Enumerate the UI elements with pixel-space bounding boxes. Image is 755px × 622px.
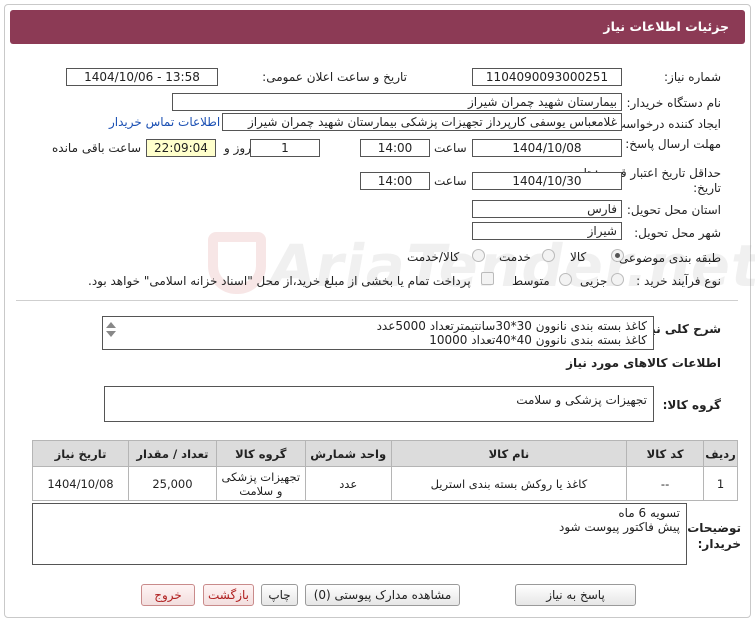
remaining-time-field: 22:09:04 <box>146 139 216 157</box>
print-button[interactable]: چاپ <box>261 584 298 606</box>
summary-textarea[interactable]: کاغذ بسته بندی نانوون 30*30سانتیمترتعداد… <box>102 316 654 350</box>
reply-button[interactable]: پاسخ به نیاز <box>515 584 636 606</box>
category-option-goods: کالا <box>570 250 587 264</box>
buyer-contact-link[interactable]: اطلاعات تماس خریدار <box>109 115 220 129</box>
cell-index: 1 <box>703 466 738 501</box>
col-group: گروه کالا <box>215 440 306 467</box>
process-radio-medium[interactable] <box>559 273 572 286</box>
process-label: نوع فرآیند خرید : <box>636 274 721 288</box>
category-option-service: خدمت <box>499 250 531 264</box>
back-button[interactable]: بازگشت <box>203 584 254 606</box>
payment-note: پرداخت تمام یا بخشی از مبلغ خرید،از محل … <box>88 274 471 288</box>
buyer-notes-label: توضیحات خریدار: <box>687 521 741 551</box>
table-row[interactable]: 1 -- کاغذ یا روکش بسته بندی استریل عدد ت… <box>32 466 738 501</box>
cell-code: -- <box>626 466 705 501</box>
summary-line-2: کاغذ بسته بندی نانوون 40*40تعداد 10000 <box>429 333 647 347</box>
summary-line-1: کاغذ بسته بندی نانوون 30*30سانتیمترتعداد… <box>376 319 647 333</box>
buyer-notes-line-2: پیش فاکتور پیوست شود <box>558 520 680 534</box>
cell-unit: عدد <box>304 466 392 501</box>
col-qty: تعداد / مقدار <box>128 440 217 467</box>
col-name: نام کالا <box>390 440 628 467</box>
process-option-minor: جزیی <box>580 274 608 288</box>
page-header: جزئیات اطلاعات نیاز <box>10 10 745 44</box>
need-number-label: شماره نیاز: <box>664 70 721 84</box>
province-field: فارس <box>472 200 622 218</box>
goods-section-title: اطلاعات کالاهای مورد نیاز <box>566 356 721 370</box>
buyer-notes-textarea: تسویه 6 ماه پیش فاکتور پیوست شود <box>32 503 687 565</box>
days-field: 1 <box>250 139 320 157</box>
page-title: جزئیات اطلاعات نیاز <box>603 19 729 34</box>
category-radio-service[interactable] <box>542 249 555 262</box>
category-radio-goods-service[interactable] <box>472 249 485 262</box>
buyer-org-label: نام دستگاه خریدار: <box>626 96 722 110</box>
need-number-field: 1104090093000251 <box>472 68 622 86</box>
goods-table: ردیف کد کالا نام کالا واحد شمارش گروه کا… <box>32 440 738 501</box>
city-label: شهر محل تحویل: <box>634 226 721 240</box>
goods-table-header: ردیف کد کالا نام کالا واحد شمارش گروه کا… <box>32 440 738 467</box>
creator-label: ایجاد کننده درخواست: <box>610 117 721 131</box>
col-date: تاریخ نیاز <box>32 440 129 467</box>
divider <box>16 300 738 301</box>
watermark: AriaTender.net <box>264 232 755 300</box>
announce-field: 1404/10/06 - 13:58 <box>66 68 218 86</box>
buyer-notes-line-1: تسویه 6 ماه <box>618 506 680 520</box>
goods-group-field: تجهیزات پزشکی و سلامت <box>104 386 654 422</box>
category-option-goods-service: کالا/خدمت <box>407 250 460 264</box>
cell-group: تجهیزات پزشکی و سلامت <box>215 466 306 501</box>
remaining-label: ساعت باقی مانده <box>52 141 142 155</box>
deadline-time-field: 14:00 <box>360 139 430 157</box>
process-option-medium: متوسط <box>512 274 550 288</box>
deadline-time-label: ساعت <box>434 141 467 155</box>
buyer-org-field: بیمارستان شهید چمران شیراز <box>172 93 622 111</box>
attachments-button[interactable]: مشاهده مدارک پیوستی (0) <box>305 584 460 606</box>
category-radio-goods[interactable] <box>611 249 624 262</box>
col-unit: واحد شمارش <box>304 440 392 467</box>
cell-date: 1404/10/08 <box>32 466 129 501</box>
category-label: طبقه بندی موضوعی: <box>614 251 721 265</box>
city-field: شیراز <box>472 222 622 240</box>
goods-group-value: تجهیزات پزشکی و سلامت <box>516 393 647 407</box>
process-radio-minor[interactable] <box>611 273 624 286</box>
validity-date-field: 1404/10/30 <box>472 172 622 190</box>
cell-name: کاغذ یا روکش بسته بندی استریل <box>390 466 628 501</box>
exit-button[interactable]: خروج <box>141 584 195 606</box>
province-label: استان محل تحویل: <box>626 203 721 217</box>
creator-field: غلامعباس یوسفی کارپرداز تجهیزات پزشکی بی… <box>222 113 622 131</box>
scroll-arrows-icon[interactable] <box>105 319 117 347</box>
col-code: کد کالا <box>626 440 705 467</box>
goods-group-label: گروه کالا: <box>662 398 721 412</box>
announce-label: تاریخ و ساعت اعلان عمومی: <box>262 70 407 84</box>
validity-time-field: 14:00 <box>360 172 430 190</box>
deadline-date-field: 1404/10/08 <box>472 139 622 157</box>
treasury-checkbox[interactable] <box>481 272 494 285</box>
days-label: روز و <box>224 141 251 155</box>
validity-time-label: ساعت <box>434 174 467 188</box>
col-row: ردیف <box>703 440 738 467</box>
cell-qty: 25,000 <box>128 466 217 501</box>
